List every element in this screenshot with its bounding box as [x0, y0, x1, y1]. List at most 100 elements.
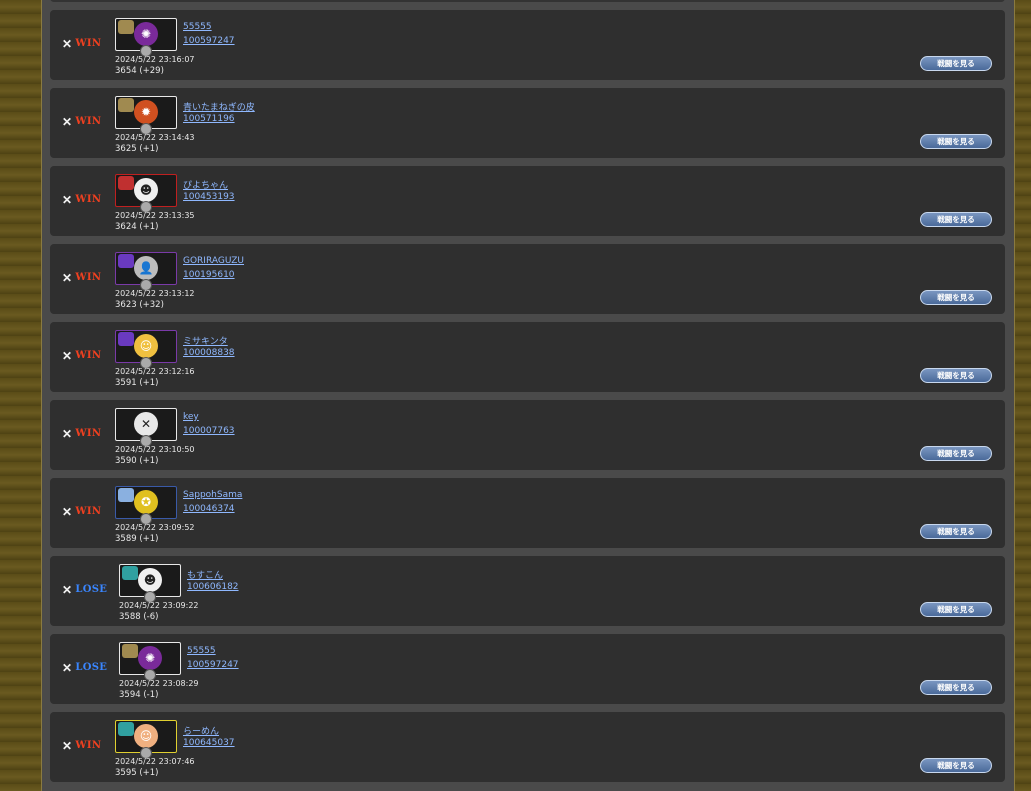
player-name-link[interactable]: SappohSama — [183, 490, 242, 500]
watch-battle-button[interactable]: 戦闘を見る — [920, 290, 992, 305]
battle-datetime: 2024/5/22 23:13:12 — [115, 289, 195, 298]
result-label: WIN — [75, 506, 102, 517]
watch-battle-button[interactable]: 戦闘を見る — [920, 134, 992, 149]
player-avatar[interactable]: ✺ — [115, 18, 177, 57]
player-name-link[interactable]: もすこん — [187, 568, 223, 581]
guild-emblem-icon — [118, 20, 134, 34]
battle-datetime: 2024/5/22 23:14:43 — [115, 133, 195, 142]
crossed-swords-icon: ✕ — [62, 582, 73, 597]
watch-battle-button[interactable]: 戦闘を見る — [920, 680, 992, 695]
win-badge: ✕ WIN — [62, 36, 102, 51]
watch-battle-button[interactable]: 戦闘を見る — [920, 446, 992, 461]
result-label: WIN — [75, 194, 102, 205]
player-id-link[interactable]: 100008838 — [183, 348, 235, 358]
win-badge: ✕ WIN — [62, 192, 102, 207]
battle-datetime: 2024/5/22 23:09:52 — [115, 523, 195, 532]
rating-score: 3591 (+1) — [115, 378, 159, 388]
character-portrait-icon: ☺ — [134, 724, 158, 748]
player-avatar[interactable]: ✺ — [119, 642, 181, 681]
battle-datetime: 2024/5/22 23:09:22 — [119, 601, 199, 610]
result-label: LOSE — [75, 662, 108, 673]
crossed-swords-icon: ✕ — [62, 114, 73, 129]
guild-emblem-icon — [118, 332, 134, 346]
win-badge: ✕ WIN — [62, 114, 102, 129]
crossed-swords-icon: ✕ — [62, 504, 73, 519]
player-name-link[interactable]: ミサキンタ — [183, 334, 228, 347]
character-portrait-icon: ☻ — [138, 568, 162, 592]
player-id-link[interactable]: 100195610 — [183, 270, 235, 280]
guild-emblem-icon — [118, 254, 134, 268]
crossed-swords-icon: ✕ — [62, 192, 73, 207]
character-portrait-icon: 👤 — [134, 256, 158, 280]
battle-datetime: 2024/5/22 23:08:29 — [119, 679, 199, 688]
rating-score: 3654 (+29) — [115, 66, 164, 76]
rating-score: 3588 (-6) — [119, 612, 159, 622]
win-badge: ✕ WIN — [62, 272, 102, 284]
crossed-swords-icon: ✕ — [62, 660, 73, 675]
battle-datetime: 2024/5/22 23:12:16 — [115, 367, 195, 376]
player-id-link[interactable]: 100046374 — [183, 504, 235, 514]
crossed-swords-icon: ✕ — [62, 426, 73, 441]
player-id-link[interactable]: 100606182 — [187, 582, 239, 592]
player-avatar[interactable]: ☺ — [115, 720, 177, 759]
player-id-link[interactable]: 100597247 — [183, 36, 235, 46]
battle-row: ✕ LOSE ✺ 55555 100597247 2024/5/22 23:08:29 35… — [50, 634, 1005, 704]
guild-emblem-icon — [118, 722, 134, 736]
guild-emblem-icon — [118, 98, 134, 112]
battle-datetime: 2024/5/22 23:10:50 — [115, 445, 195, 454]
watch-battle-button[interactable]: 戦闘を見る — [920, 524, 992, 539]
battle-row: ✕ WIN ✕ key 100007763 2024/5/22 23:10:50 3590 … — [50, 400, 1005, 470]
battle-row: ✕ WIN ✪ SappohSama 100046374 2024/5/22 23:09:… — [50, 478, 1005, 548]
player-avatar[interactable]: 👤 — [115, 252, 177, 291]
rating-score: 3625 (+1) — [115, 144, 159, 154]
player-avatar[interactable]: ✪ — [115, 486, 177, 525]
player-id-link[interactable]: 100453193 — [183, 192, 235, 202]
result-label: WIN — [75, 428, 102, 439]
player-id-link[interactable]: 100007763 — [183, 426, 235, 436]
player-name-link[interactable]: 55555 — [187, 646, 216, 656]
guild-emblem-icon — [118, 176, 134, 190]
player-id-link[interactable]: 100571196 — [183, 114, 235, 124]
background-right — [1014, 0, 1031, 791]
character-portrait-icon: ✺ — [138, 646, 162, 670]
watch-battle-button[interactable]: 戦闘を見る — [920, 758, 992, 773]
result-label: LOSE — [75, 584, 108, 595]
watch-battle-button[interactable]: 戦闘を見る — [920, 602, 992, 617]
player-avatar[interactable]: ☻ — [115, 174, 177, 213]
battle-datetime: 2024/5/22 23:07:46 — [115, 757, 195, 766]
player-avatar[interactable]: ☻ — [119, 564, 181, 603]
player-name-link[interactable]: 55555 — [183, 22, 212, 32]
player-avatar[interactable]: ✕ — [115, 408, 177, 447]
rating-score: 3624 (+1) — [115, 222, 159, 232]
player-avatar[interactable]: ☺ — [115, 330, 177, 369]
player-name-link[interactable]: らーめん — [183, 724, 219, 737]
character-portrait-icon: ✪ — [134, 490, 158, 514]
player-name-link[interactable]: 青いたまねぎの皮 — [183, 100, 255, 113]
rating-score: 3623 (+32) — [115, 300, 164, 310]
player-name-link[interactable]: ぴよちゃん — [183, 178, 228, 191]
watch-battle-button[interactable]: 戦闘を見る — [920, 56, 992, 71]
player-name-link[interactable]: key — [183, 412, 199, 422]
battle-row: ✕ WIN ☺ らーめん 100645037 2024/5/22 23:07:46 3595… — [50, 712, 1005, 782]
player-id-link[interactable]: 100597247 — [187, 660, 239, 670]
watch-battle-button[interactable]: 戦闘を見る — [920, 368, 992, 383]
character-portrait-icon: ☻ — [134, 178, 158, 202]
win-badge: ✕ WIN — [62, 504, 102, 519]
result-label: WIN — [75, 38, 102, 49]
crossed-swords-icon: ✕ — [62, 36, 73, 51]
player-name-link[interactable]: GORIRAGUZU — [183, 256, 244, 266]
lose-badge: ✕ LOSE — [62, 660, 108, 675]
battle-row: ✕ WIN ☻ ぴよちゃん 100453193 2024/5/22 23:13:35 362… — [50, 166, 1005, 236]
result-label: WIN — [75, 740, 102, 751]
character-portrait-icon: ✺ — [134, 22, 158, 46]
player-id-link[interactable]: 100645037 — [183, 738, 235, 748]
player-avatar[interactable]: ✹ — [115, 96, 177, 135]
crossed-swords-icon: ✕ — [62, 348, 73, 363]
result-label: WIN — [75, 116, 102, 127]
result-label: WIN — [75, 272, 102, 283]
battle-row: ✕ WIN ✺ 55555 100597247 2024/5/22 23:16:07 365… — [50, 10, 1005, 80]
battle-row: ✕ WIN ☺ ミサキンタ 100008838 2024/5/22 23:12:16 359… — [50, 322, 1005, 392]
lose-badge: ✕ LOSE — [62, 582, 108, 597]
guild-emblem-icon — [122, 644, 138, 658]
watch-battle-button[interactable]: 戦闘を見る — [920, 212, 992, 227]
